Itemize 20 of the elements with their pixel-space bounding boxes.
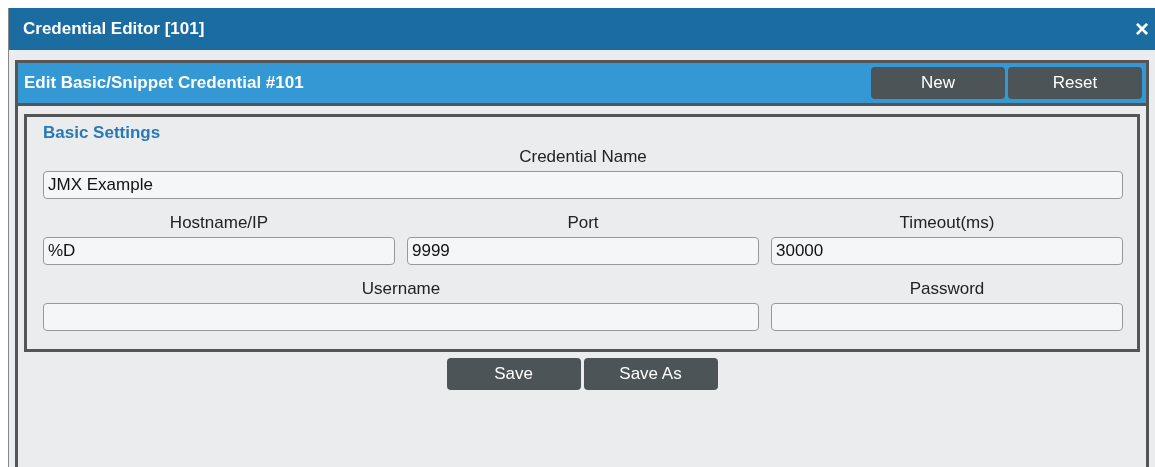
field-label: Password [909,279,985,299]
input-field[interactable]: 30000 [771,237,1123,265]
input-field[interactable]: JMX Example [43,171,1123,199]
field-label: Timeout(ms) [899,213,995,233]
input-field[interactable]: 9999 [407,237,759,265]
input-field[interactable]: %D [43,237,395,265]
input-field[interactable] [771,303,1123,331]
field-label: Port [567,213,599,233]
header-button[interactable]: New [871,67,1005,99]
footer-button[interactable]: Save As [583,358,718,390]
window-title: Credential Editor [101] [23,19,205,39]
footer-button[interactable]: Save [446,358,581,390]
header-button[interactable]: Reset [1008,67,1142,99]
panel-title: Edit Basic/Snippet Credential #101 [24,73,304,93]
close-button[interactable]: × [1135,17,1149,41]
input-field[interactable] [43,303,759,331]
field-label: Username [361,279,441,299]
field-label: Hostname/IP [169,213,269,233]
field-label: Credential Name [519,147,647,167]
section-title: Basic Settings [43,123,162,143]
